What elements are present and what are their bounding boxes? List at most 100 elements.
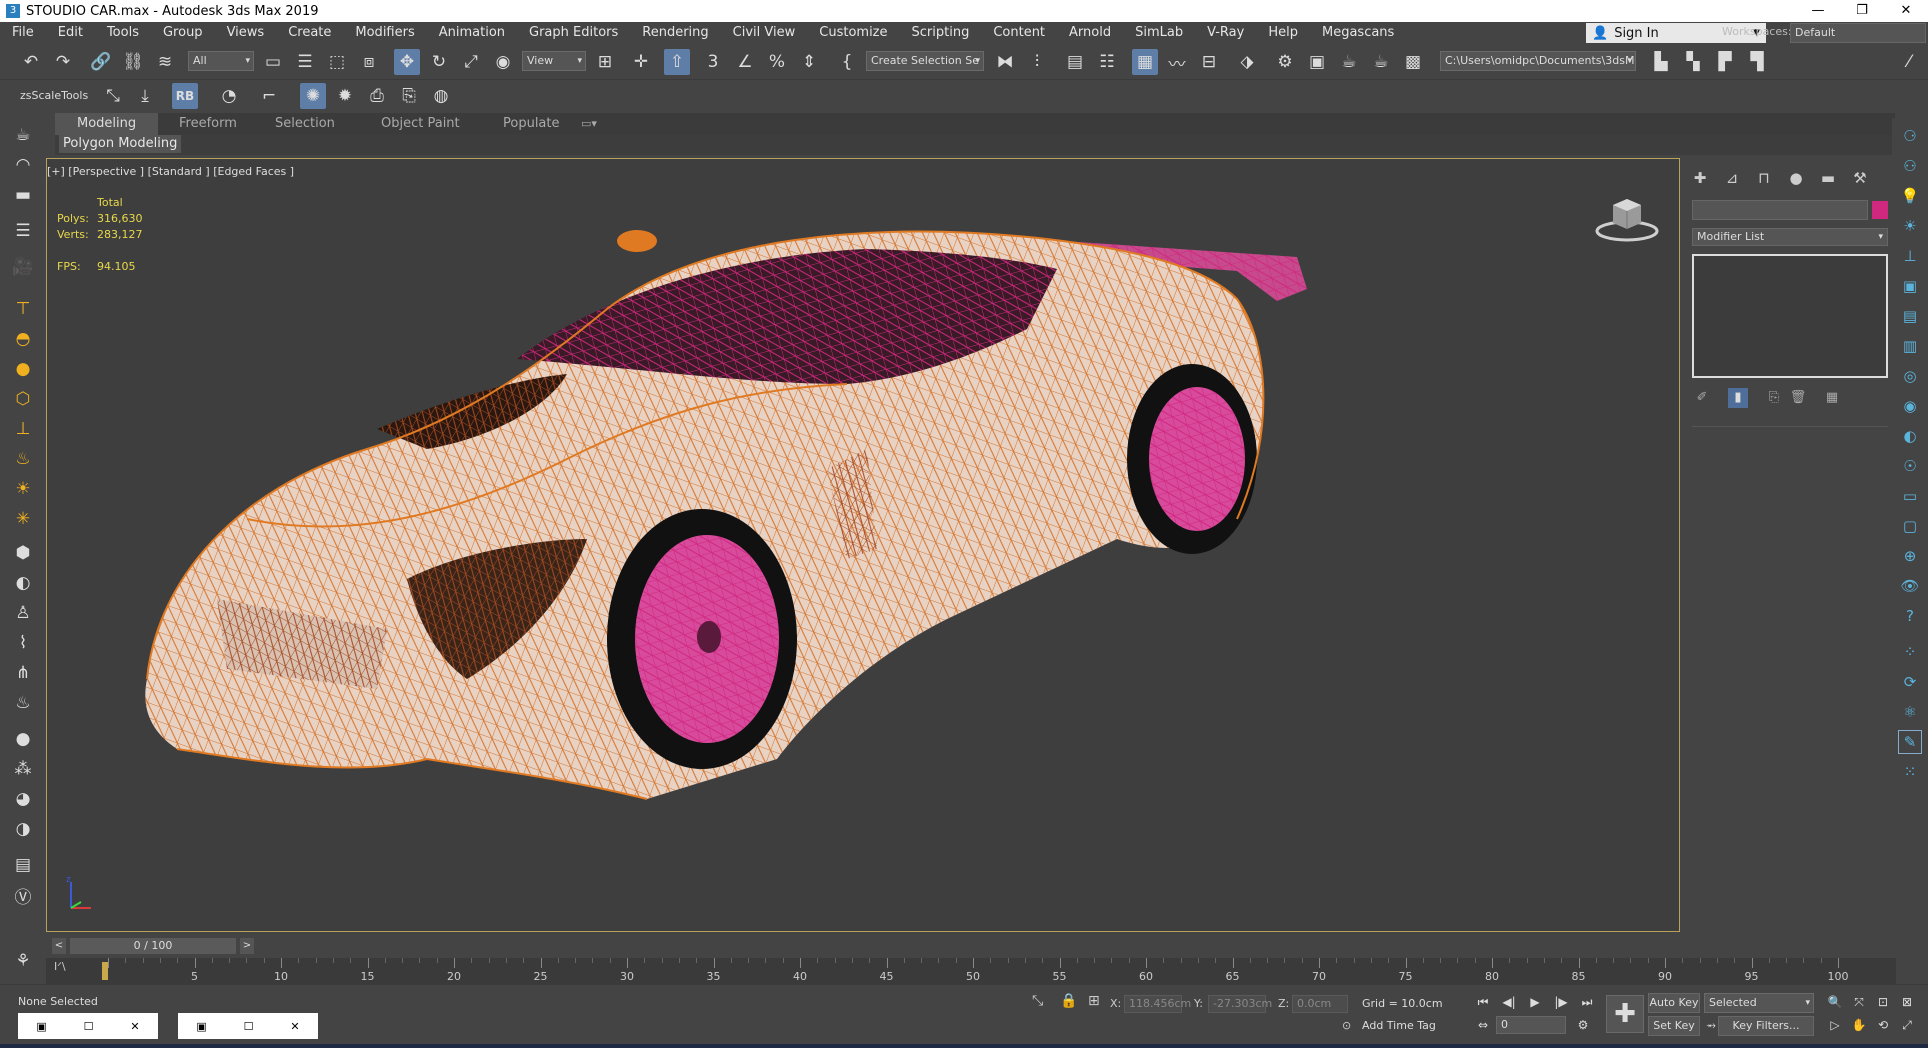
vray-plus-icon[interactable]: ⊕ — [1898, 544, 1922, 568]
menu-file[interactable]: File — [0, 22, 46, 44]
zoom-icon[interactable]: 🔍 — [1826, 993, 1844, 1011]
vray-logo-icon[interactable]: Ⓥ — [10, 882, 36, 908]
schematic-view-icon[interactable]: ⊟ — [1196, 49, 1222, 75]
x-coordinate-field[interactable]: 118.456cm — [1124, 995, 1191, 1013]
save-project-icon[interactable]: ▛ — [1712, 49, 1738, 75]
vray-nodes-icon[interactable]: ⁙ — [1898, 760, 1922, 784]
vray-frame-icon[interactable]: ▣ — [1898, 274, 1922, 298]
teapot-icon[interactable]: ☕ — [10, 122, 36, 148]
multi-sphere-icon[interactable]: ⁂ — [10, 756, 36, 782]
vray-render-icon[interactable]: ⚇ — [1898, 154, 1922, 178]
percent-snap-icon[interactable]: % — [764, 49, 790, 75]
goto-end-icon[interactable]: ⏭ — [1578, 993, 1596, 1011]
menu-customize[interactable]: Customize — [807, 22, 899, 44]
undo-icon[interactable]: ↶ — [18, 49, 44, 75]
selection-set-dropdown[interactable]: Selected — [1704, 993, 1814, 1013]
snaps-toggle-icon[interactable]: 3 — [700, 49, 726, 75]
sphere-icon[interactable]: ◐ — [10, 570, 36, 596]
fov-icon[interactable]: ▷ — [1826, 1016, 1844, 1034]
key-filters-button[interactable]: Key Filters... — [1718, 1016, 1814, 1036]
workspace-select[interactable]: Default — [1790, 23, 1926, 43]
cube-icon[interactable]: ⬢ — [10, 540, 36, 566]
vray-list-icon[interactable]: ▤ — [1898, 304, 1922, 328]
time-slider-next[interactable]: > — [240, 938, 254, 954]
mirror-icon[interactable]: ⧓ — [992, 49, 1018, 75]
rendered-frame-icon[interactable]: ▣ — [1304, 49, 1330, 75]
vray-sun-icon[interactable]: ☀ — [1898, 214, 1922, 238]
select-object-icon[interactable]: ▭ — [260, 49, 286, 75]
project-folder-icon[interactable]: ▙ — [1648, 49, 1674, 75]
person-icon[interactable]: ♙ — [10, 600, 36, 626]
menu-edit[interactable]: Edit — [46, 22, 95, 44]
doc-settings-icon[interactable]: ⎙ — [364, 83, 390, 109]
vray-atom-icon[interactable]: ⚛ — [1898, 700, 1922, 724]
modifier-stack[interactable] — [1692, 254, 1888, 378]
named-selection-dropdown[interactable]: Create Selection Se — [866, 51, 984, 71]
select-by-name-icon[interactable]: ☰ — [292, 49, 318, 75]
tab-populate[interactable]: Populate — [481, 113, 582, 135]
shader-ball-icon[interactable]: ◕ — [10, 786, 36, 812]
close-icon[interactable]: ✕ — [290, 1020, 299, 1033]
scene-tool-icon[interactable]: ⚘ — [10, 948, 36, 974]
vray-orbit-icon[interactable]: ⟳ — [1898, 670, 1922, 694]
redo-icon[interactable]: ↷ — [50, 49, 76, 75]
track-bar[interactable]: Iᐟ\ 5 10 15 20 25 30 35 40 45 50 55 60 65 70 75 80 85 90 9… — [46, 958, 1896, 984]
vray-edit-icon[interactable]: ✎ — [1898, 730, 1922, 754]
menu-simlab[interactable]: SimLab — [1123, 22, 1195, 44]
polygon-modeling-panel[interactable]: Polygon Modeling — [59, 135, 182, 153]
project-settings-icon[interactable]: ▜ — [1744, 49, 1770, 75]
create-tab-icon[interactable]: ✚ — [1688, 166, 1712, 190]
vray-sphere-icon[interactable]: ◐ — [1898, 424, 1922, 448]
time-slider-frame[interactable]: 0 / 100 — [70, 938, 236, 954]
corner-icon[interactable]: ⌐ — [256, 83, 282, 109]
material-editor-icon[interactable]: ⬗ — [1234, 49, 1260, 75]
pan-icon[interactable]: ✋ — [1850, 1016, 1868, 1034]
modify-tab-icon[interactable]: ⊿ — [1720, 166, 1744, 190]
select-place-icon[interactable]: ◉ — [490, 49, 516, 75]
pivot-center-icon[interactable]: ⊞ — [592, 49, 618, 75]
time-slider[interactable]: < 0 / 100 > — [46, 935, 1896, 957]
select-move-icon[interactable]: ✥ — [394, 49, 420, 75]
show-end-result-icon[interactable]: ▮ — [1728, 388, 1748, 408]
close-button[interactable]: ✕ — [1884, 0, 1928, 22]
select-rotate-icon[interactable]: ↻ — [426, 49, 452, 75]
align-icon[interactable]: ⫶ — [1024, 49, 1050, 75]
vray-monitor-icon[interactable]: ▢ — [1898, 514, 1922, 538]
cycle-icon[interactable]: ◔ — [216, 83, 242, 109]
menu-arnold[interactable]: Arnold — [1057, 22, 1123, 44]
edit-named-selection-icon[interactable]: { — [834, 49, 860, 75]
tab-freeform[interactable]: Freeform — [157, 113, 259, 135]
render-in-cloud-icon[interactable]: ▩ — [1400, 49, 1426, 75]
render-setup-icon[interactable]: ⚙ — [1272, 49, 1298, 75]
menu-civil-view[interactable]: Civil View — [721, 22, 808, 44]
globe-icon[interactable]: ◍ — [428, 83, 454, 109]
motion-tab-icon[interactable]: ● — [1784, 166, 1808, 190]
tab-selection[interactable]: Selection — [253, 113, 357, 135]
restore-button[interactable]: ❐ — [1840, 0, 1884, 22]
vray-lamp-icon[interactable]: ⊥ — [1898, 244, 1922, 268]
hierarchy-tab-icon[interactable]: ⊓ — [1752, 166, 1776, 190]
vray-panel-icon[interactable]: ▭ — [1898, 484, 1922, 508]
perspective-viewport[interactable]: [+] [Perspective ] [Standard ] [Edged Fa… — [46, 158, 1680, 932]
brush-icon[interactable]: ⁄ — [1896, 49, 1922, 75]
absolute-mode-icon[interactable]: ⊞ — [1088, 993, 1100, 1009]
configure-modifier-sets-icon[interactable]: ▦ — [1822, 388, 1842, 408]
material-sphere-icon[interactable]: ● — [10, 726, 36, 752]
object-name-field[interactable] — [1692, 200, 1868, 220]
lock-selection-icon[interactable]: 🔒 — [1060, 993, 1077, 1009]
vray-eye-icon[interactable]: 👁 — [1898, 574, 1922, 598]
play-icon[interactable]: ▶ — [1526, 993, 1544, 1011]
menu-tools[interactable]: Tools — [95, 22, 151, 44]
window-crossing-icon[interactable]: ⧈ — [356, 49, 382, 75]
ribbon-toggle-icon[interactable]: ▦ — [1132, 49, 1158, 75]
ies-light-icon[interactable]: ♨ — [10, 446, 36, 472]
fire-icon[interactable]: ♨ — [10, 690, 36, 716]
menu-animation[interactable]: Animation — [427, 22, 517, 44]
vray-bulb-icon[interactable]: ☉ — [1898, 454, 1922, 478]
menu-modifiers[interactable]: Modifiers — [343, 22, 426, 44]
vray-mtl-icon[interactable]: ◉ — [1898, 394, 1922, 418]
maximize-icon[interactable]: ☐ — [244, 1020, 254, 1033]
object-color-swatch[interactable] — [1872, 201, 1888, 219]
list-icon[interactable]: ☰ — [10, 218, 36, 244]
sphere-wire-icon[interactable]: ⬡ — [10, 386, 36, 412]
